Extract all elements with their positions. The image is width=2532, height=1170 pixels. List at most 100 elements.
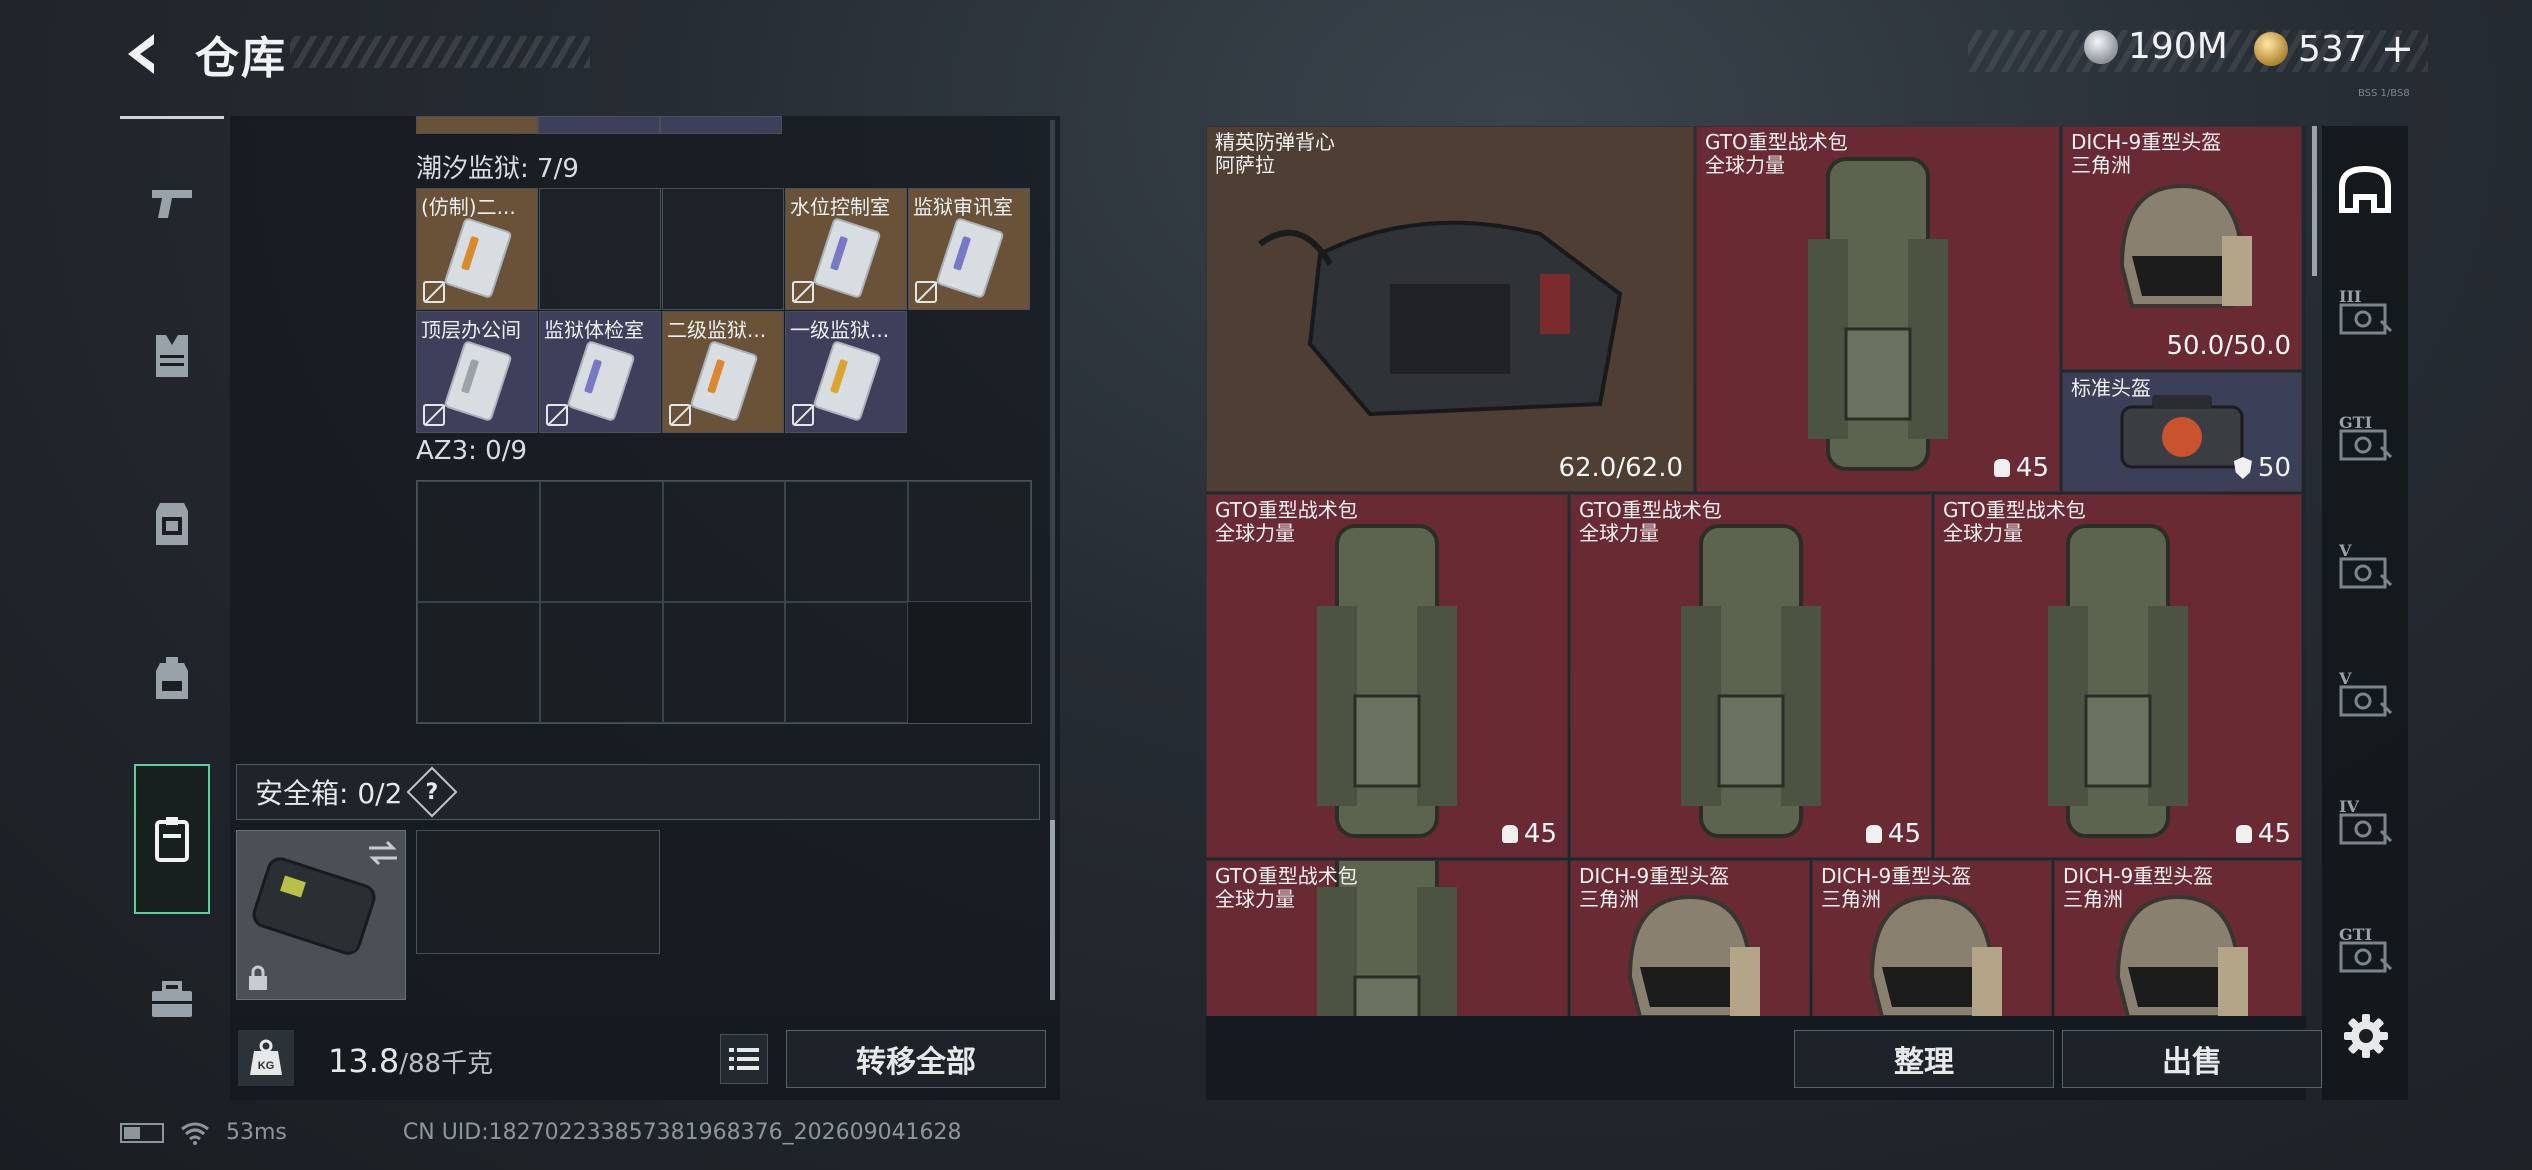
loot-item-stat: 45 — [1993, 453, 2049, 483]
loot-item[interactable]: DICH-9重型头盔 三角洲 — [1812, 860, 2052, 1016]
nav-item-briefcase[interactable] — [134, 962, 210, 1038]
keycard-slot[interactable]: 一级监狱... — [785, 311, 907, 433]
list-view-button[interactable] — [720, 1034, 768, 1084]
keycard-slot[interactable]: 监狱审讯室 — [908, 188, 1030, 310]
loot-item-value: 45 — [1523, 819, 1557, 849]
loot-item-title: GTO重型战术包 — [1215, 498, 1358, 522]
loot-item-title: DICH-9重型头盔 — [1579, 864, 1730, 888]
filter-rig-tier-3[interactable]: III — [2330, 282, 2400, 352]
nav-item-safe-box[interactable] — [134, 764, 210, 914]
loot-item[interactable]: DICH-9重型头盔 三角洲 — [1570, 860, 1810, 1016]
filter-tier-label: GTI — [2339, 413, 2373, 432]
currency-silver[interactable]: 190M — [2084, 26, 2228, 67]
keycard-name: 顶层办公间 — [421, 318, 521, 342]
az3-grid[interactable] — [416, 480, 1032, 724]
add-currency-button[interactable]: + — [2381, 26, 2415, 72]
loot-scroll-thumb[interactable] — [2312, 126, 2317, 276]
filter-gti-case[interactable]: GTI — [2330, 408, 2400, 478]
back-button[interactable] — [118, 26, 168, 82]
capacity-icon — [1993, 459, 2010, 477]
filter-gti-box[interactable]: GTI — [2330, 920, 2400, 990]
az3-slot[interactable] — [662, 602, 786, 723]
az3-slot[interactable] — [785, 481, 909, 602]
loot-item-stat: 50.0/50.0 — [2166, 331, 2291, 361]
carry-weight-current: 13.8 — [328, 1042, 400, 1080]
az3-slot[interactable] — [908, 481, 1031, 602]
loot-item-stat: 50 — [2233, 453, 2291, 483]
settings-button[interactable] — [2336, 1006, 2396, 1066]
nav-item-backpack[interactable] — [134, 640, 210, 716]
no-insure-icon — [792, 404, 814, 426]
loot-item[interactable]: 精英防弹背心 阿萨拉 62.0/62.0 — [1206, 126, 1694, 492]
loot-item[interactable]: 标准头盔 50 — [2062, 372, 2302, 492]
safe-box-item[interactable] — [236, 830, 406, 1000]
az3-slot[interactable] — [417, 481, 540, 602]
nav-item-weapons[interactable] — [134, 166, 210, 242]
currency-gold-value: 537 — [2298, 28, 2367, 70]
loot-item-name: GTO重型战术包 全球力量 — [1215, 865, 1358, 911]
az3-slot[interactable] — [539, 602, 663, 723]
az3-slot[interactable] — [785, 602, 909, 723]
keycard-slot[interactable]: 顶层办公间 — [416, 311, 538, 433]
filter-tier-4-box[interactable]: IV — [2330, 792, 2400, 862]
loot-item[interactable]: DICH-9重型头盔 三角洲 50.0/50.0 — [2062, 126, 2302, 370]
loot-item[interactable]: DICH-9重型头盔 三角洲 — [2054, 860, 2302, 1016]
keycard-slot[interactable]: (仿制)二... — [416, 188, 538, 310]
loot-item[interactable]: GTO重型战术包 全球力量 45 — [1206, 494, 1568, 858]
battery-icon — [120, 1122, 164, 1143]
currency-gold[interactable]: 537 + — [2254, 26, 2414, 72]
filter-vault-v2[interactable]: V — [2330, 664, 2400, 734]
carry-weight: 13.8/88千克 — [328, 1042, 493, 1080]
nav-item-armor[interactable] — [134, 318, 210, 394]
list-icon — [729, 1048, 759, 1070]
storage-empty-slot[interactable] — [539, 188, 661, 310]
tier-4-box-icon: IV — [2337, 797, 2393, 853]
loot-item[interactable]: GTO重型战术包 全球力量 45 — [1696, 126, 2060, 492]
armor-vest-icon — [1240, 174, 1660, 458]
loot-item-title: GTO重型战术包 — [1943, 498, 2086, 522]
storage-scroll-thumb[interactable] — [1050, 820, 1055, 1000]
backpack-item-icon — [1307, 516, 1467, 850]
helmet-filter-icon — [2338, 165, 2392, 217]
sell-button[interactable]: 出售 — [2062, 1030, 2322, 1088]
loot-panel[interactable]: 精英防弹背心 阿萨拉 62.0/62.0 GTO重型战术包 全球力量 45 DICH-9重型… — [1206, 126, 2306, 1016]
backpack-icon — [156, 657, 188, 699]
loot-item[interactable]: GTO重型战术包 全球力量 — [1206, 860, 1568, 1016]
az3-slot[interactable] — [662, 481, 786, 602]
filter-helmet-filter[interactable] — [2330, 156, 2400, 226]
loot-item-title: GTO重型战术包 — [1579, 498, 1722, 522]
back-arrow-icon — [128, 34, 154, 74]
lock-icon — [249, 965, 267, 990]
no-insure-icon — [546, 404, 568, 426]
no-insure-icon — [423, 404, 445, 426]
nav-item-rig[interactable] — [134, 486, 210, 562]
az3-slot[interactable] — [539, 481, 663, 602]
filter-vault-v[interactable]: V — [2330, 536, 2400, 606]
silver-coin-icon — [2084, 29, 2118, 64]
loot-item[interactable]: GTO重型战术包 全球力量 45 — [1570, 494, 1932, 858]
loot-item-value: 50 — [2257, 453, 2291, 483]
az3-slot[interactable] — [417, 602, 540, 723]
storage-empty-slot[interactable] — [662, 188, 784, 310]
loot-item-name: GTO重型战术包 全球力量 — [1215, 499, 1358, 545]
keycard-slot[interactable]: 监狱体检室 — [539, 311, 661, 433]
keycard-slot[interactable]: 水位控制室 — [785, 188, 907, 310]
loot-item-title: DICH-9重型头盔 — [2063, 864, 2214, 888]
safe-box-empty-slot[interactable] — [416, 830, 660, 954]
help-button[interactable]: ? — [406, 766, 458, 818]
keycard-name: 监狱审讯室 — [913, 195, 1013, 219]
wifi-icon — [181, 1122, 209, 1145]
transfer-all-button[interactable]: 转移全部 — [786, 1030, 1046, 1088]
tidy-button[interactable]: 整理 — [1794, 1030, 2054, 1088]
currency-silver-value: 190M — [2128, 26, 2228, 67]
swap-icon[interactable] — [367, 839, 399, 867]
loot-item[interactable]: GTO重型战术包 全球力量 45 — [1934, 494, 2302, 858]
loot-item-value: 62.0/62.0 — [1558, 453, 1683, 483]
helmet-icon — [2102, 176, 2262, 330]
version-tag: BSS 1/BS8 — [2358, 88, 2410, 99]
safe-box-label: 安全箱: 0/2 — [255, 777, 403, 810]
helmet-case-icon — [2112, 387, 2252, 481]
keycard-slot[interactable]: 二级监狱... — [662, 311, 784, 433]
loot-item-value: 50.0/50.0 — [2166, 331, 2291, 361]
loot-item-name: DICH-9重型头盔 三角洲 — [2063, 865, 2213, 911]
